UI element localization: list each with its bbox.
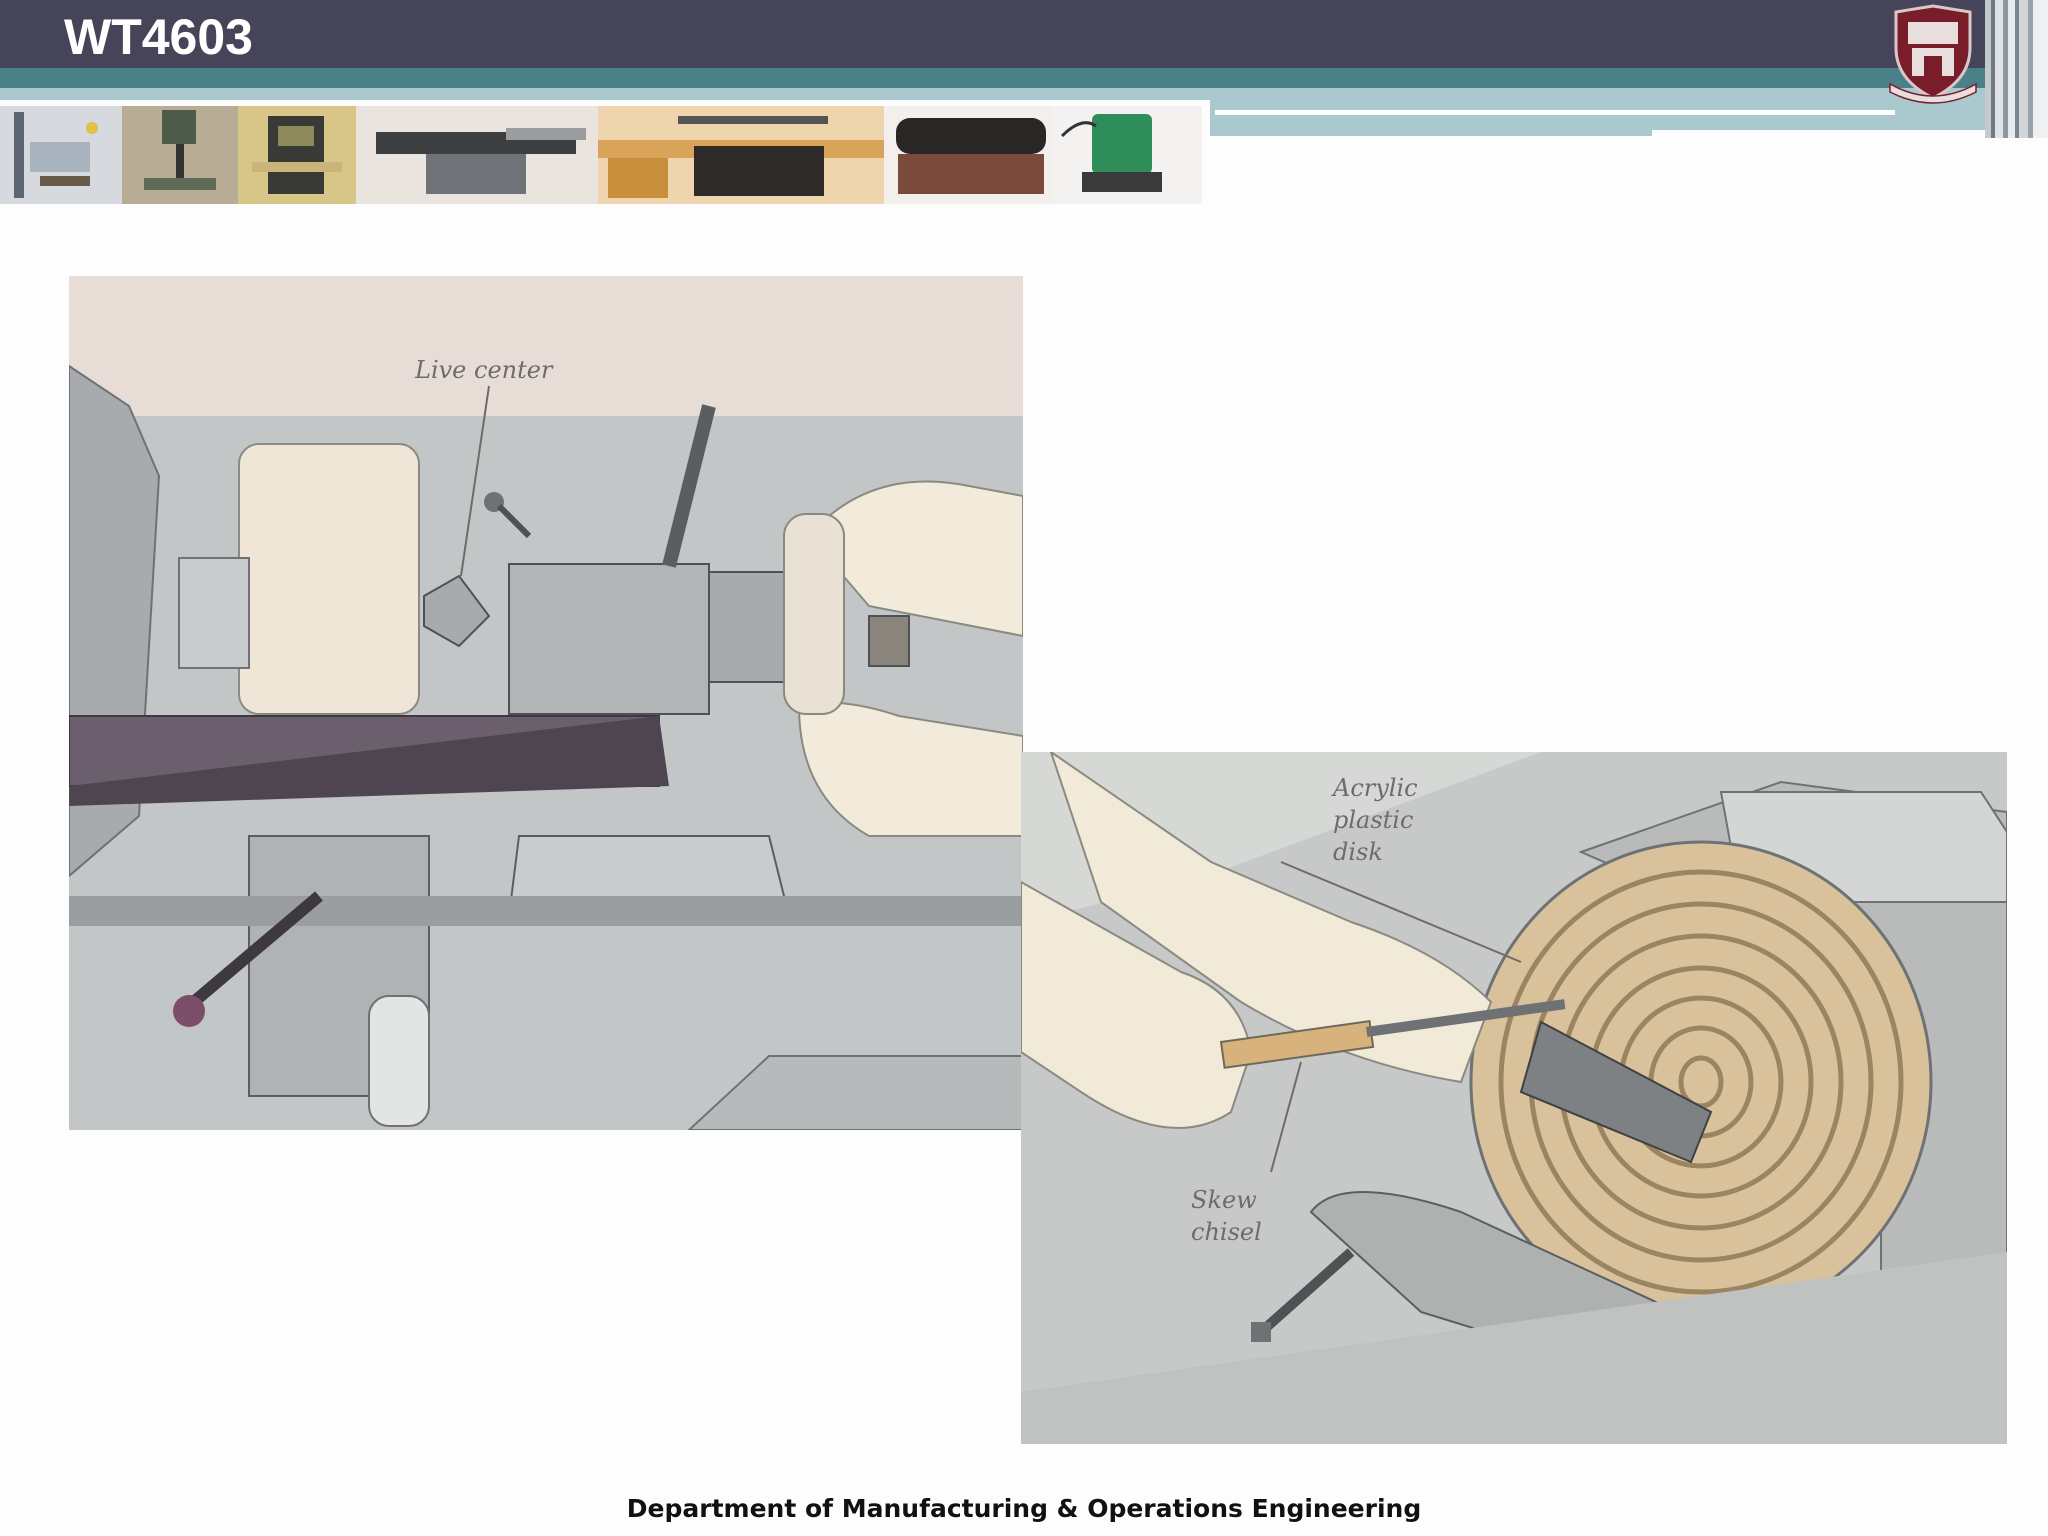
header-light-band (0, 88, 1210, 100)
department-footer: Department of Manufacturing & Operations… (626, 1494, 1422, 1523)
chisel-label-line1: Skew (1191, 1186, 1257, 1214)
header-teal-band (0, 68, 1990, 88)
acrylic-disk-turning-illustration: Acrylic plastic disk Skew chisel (1021, 752, 2007, 1444)
router-photo (1052, 106, 1202, 204)
mitre-saw-photo (884, 106, 1052, 204)
acrylic-label-line1: Acrylic (1331, 774, 1418, 802)
acrylic-label-line3: disk (1333, 838, 1383, 866)
table-saw-photo (598, 106, 884, 204)
header-divider-short (1652, 130, 2010, 138)
header-stripes (1985, 0, 2048, 138)
machine-photo-strip (0, 106, 1202, 204)
chisel-label-line2: chisel (1191, 1218, 1262, 1246)
university-crest-icon (1880, 0, 1986, 106)
header-bar (0, 0, 2048, 68)
planer-thicknesser-photo (356, 106, 598, 204)
bandsaw-photo (238, 106, 356, 204)
lathe-faceplate-illustration: Live center (69, 276, 1023, 1130)
acrylic-label-line2: plastic (1333, 806, 1413, 834)
header-divider (1215, 110, 1895, 115)
live-center-label: Live center (414, 356, 554, 384)
drill-press-photo (0, 106, 122, 204)
slide-title: WT4603 (64, 9, 253, 65)
bench-drill-photo (122, 106, 238, 204)
